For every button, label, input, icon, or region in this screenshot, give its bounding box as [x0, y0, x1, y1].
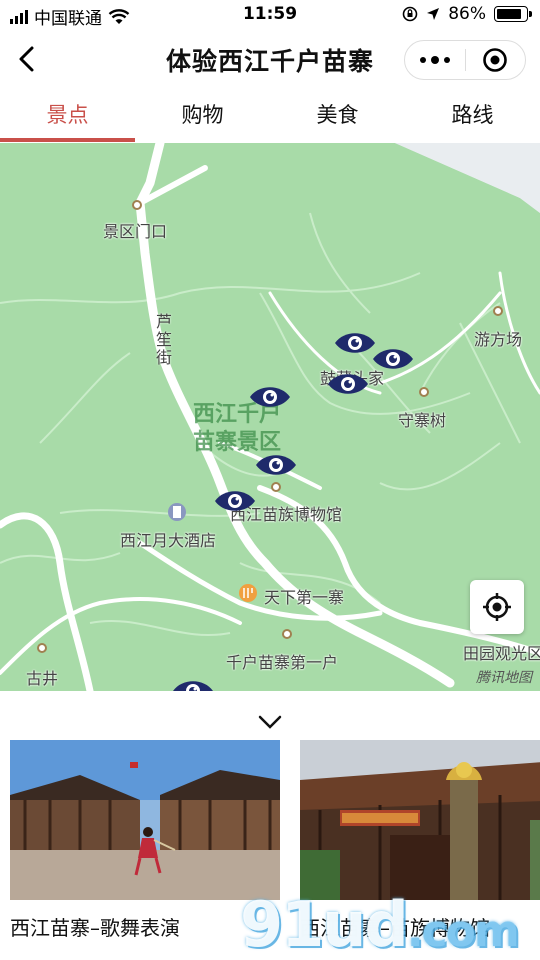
card-thumbnail	[10, 740, 280, 900]
eye-marker-icon[interactable]	[372, 345, 414, 373]
photo-dance-performance	[10, 740, 280, 900]
status-bar: 中国联通 11:59 86%	[0, 0, 540, 30]
photo-miao-museum	[300, 740, 540, 900]
poi-tianxia[interactable]: 天下第一寨	[264, 584, 344, 608]
poi-gujing[interactable]: 古井	[26, 665, 58, 689]
poi-qianhu[interactable]: 千户苗寨第一户	[226, 649, 338, 673]
poi-hotel[interactable]: 西江月大酒店	[120, 527, 216, 551]
location-arrow-icon	[427, 8, 440, 20]
more-button[interactable]	[405, 56, 465, 64]
card-thumbnail	[300, 740, 540, 900]
tab-scenic[interactable]: 景点	[0, 90, 135, 142]
eye-marker-icon[interactable]	[327, 370, 369, 398]
eye-marker-icon[interactable]	[172, 677, 214, 691]
crosshair-icon	[483, 593, 511, 621]
tab-food[interactable]: 美食	[270, 90, 405, 142]
more-dot	[430, 56, 439, 64]
eye-marker-icon[interactable]	[214, 487, 256, 515]
tab-route[interactable]: 路线	[405, 90, 540, 142]
chevron-down-icon	[258, 715, 282, 729]
rotation-lock-icon	[402, 6, 418, 22]
category-tabs: 景点 购物 美食 路线	[0, 90, 540, 142]
collapse-button[interactable]	[252, 710, 288, 734]
street-label: 芦笙街	[156, 312, 173, 367]
battery-icon	[494, 6, 532, 22]
eye-marker-icon[interactable]	[255, 451, 297, 479]
more-dot	[419, 57, 426, 63]
target-close-icon	[483, 48, 508, 72]
poi-youfang[interactable]: 游方场	[474, 326, 522, 350]
site-watermark: 91ud.com	[240, 888, 520, 960]
battery-percent: 86%	[448, 4, 486, 24]
poi-shouzhai[interactable]: 守寨树	[398, 407, 446, 431]
more-dot	[443, 57, 450, 63]
map-attribution: 腾讯地图	[476, 670, 532, 686]
battery-fill	[497, 9, 522, 19]
poi-scenic-gate[interactable]: 景区门口	[103, 218, 167, 242]
miniprogram-capsule	[404, 40, 526, 80]
locate-button[interactable]	[470, 580, 524, 634]
poi-tianyuan[interactable]: 田园观光区	[463, 640, 540, 664]
eye-marker-icon[interactable]	[249, 383, 291, 411]
tab-shopping[interactable]: 购物	[135, 90, 270, 142]
status-right: 86%	[402, 4, 532, 24]
eye-marker-icon[interactable]	[334, 329, 376, 357]
map-view[interactable]: 景区门口 芦笙街 游方场 鼓藏头家 守寨树 西江千户苗寨景区 西江苗族博物馆 西…	[0, 143, 540, 691]
nav-bar: 体验西江千户苗寨	[0, 30, 540, 88]
close-miniprogram-button[interactable]	[466, 47, 526, 73]
